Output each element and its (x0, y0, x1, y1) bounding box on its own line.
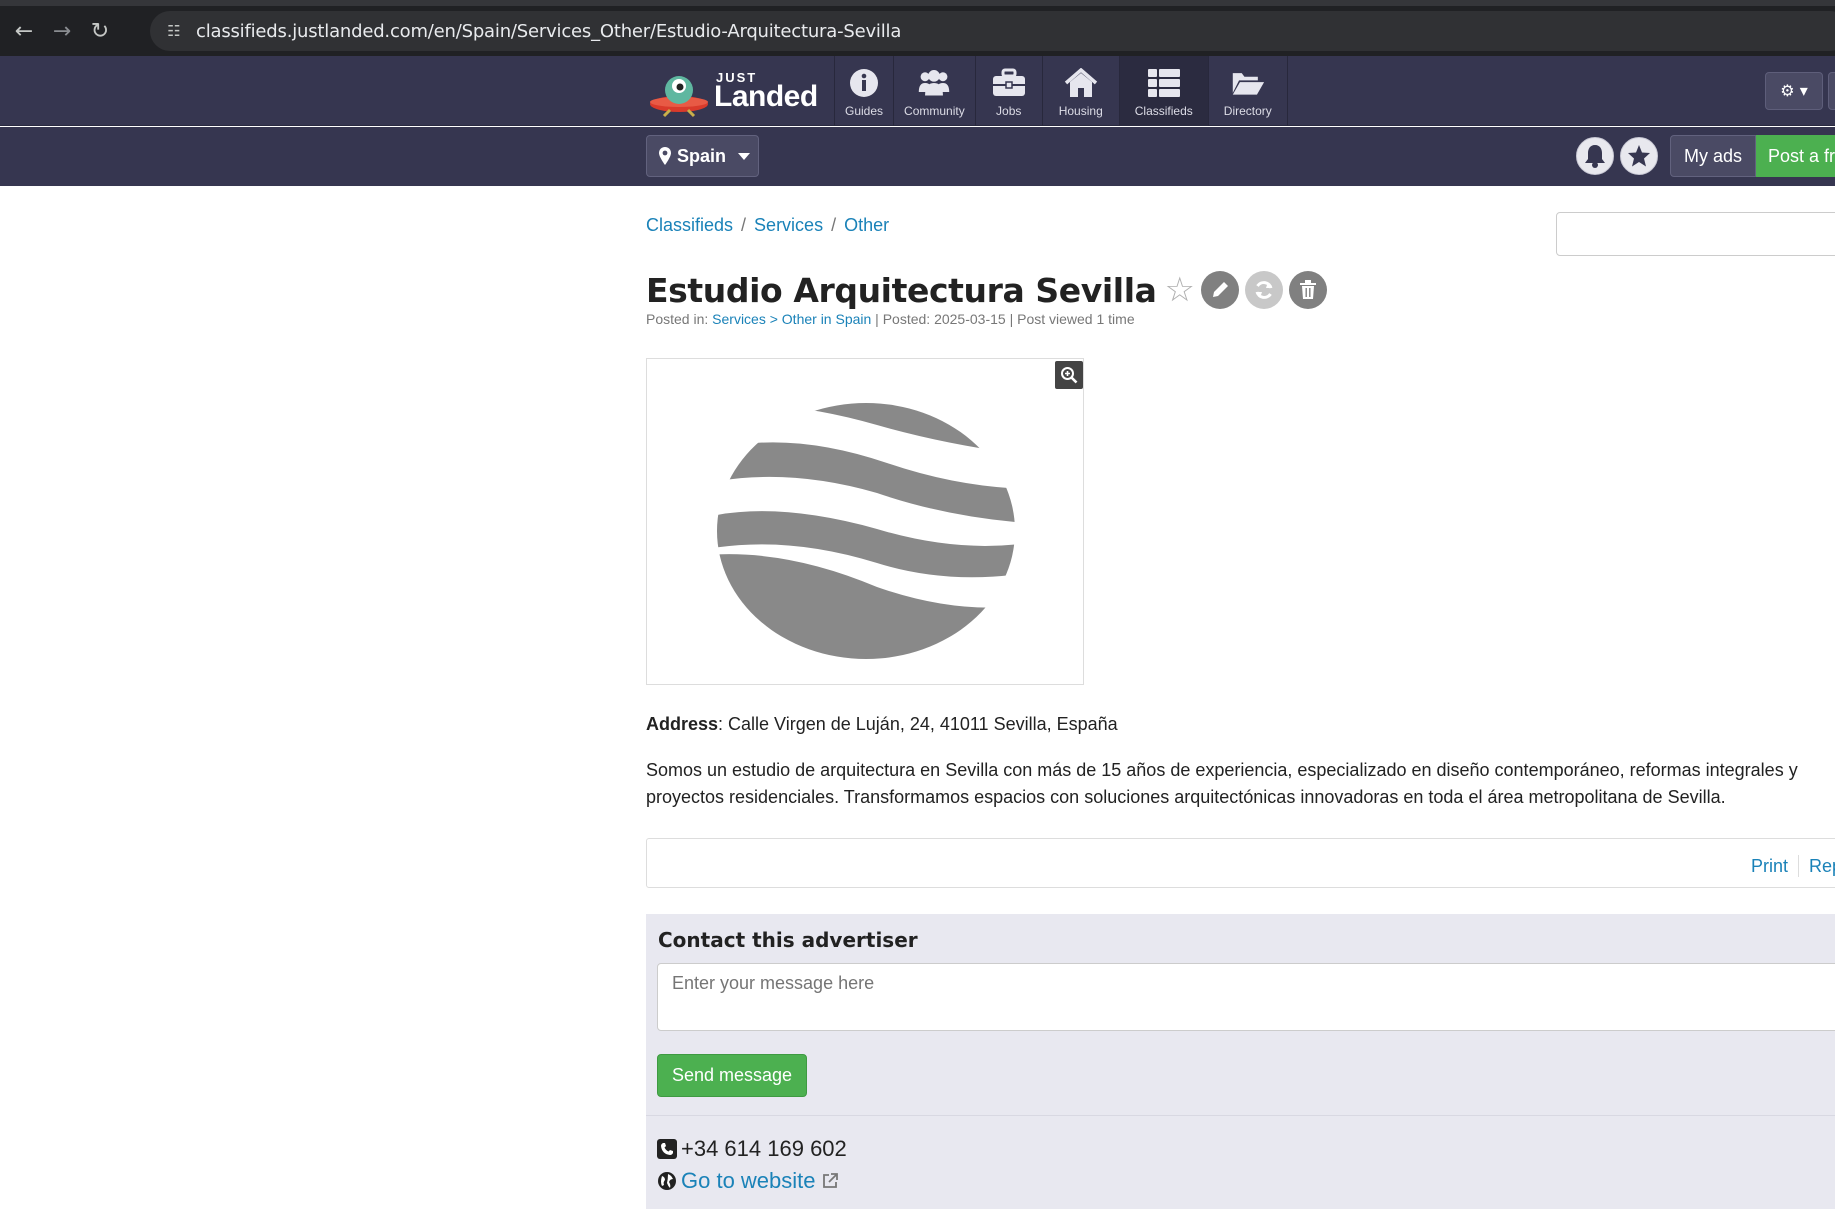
external-link-icon (820, 1171, 840, 1191)
bell-icon (1585, 145, 1605, 168)
user-menu-button[interactable] (1828, 72, 1835, 110)
browser-toolbar: ← → ↻ ☷ classifieds.justlanded.com/en/Sp… (0, 0, 1835, 56)
nav-label: Guides (845, 104, 884, 118)
breadcrumb-services[interactable]: Services (754, 215, 823, 235)
folder-open-icon (1231, 66, 1265, 100)
country-label: Spain (677, 145, 727, 166)
list-icon (1147, 66, 1181, 100)
zoom-in-icon (1061, 367, 1078, 384)
listing-tools-bar (646, 838, 1835, 888)
nav-item-guides[interactable]: Guides (834, 56, 893, 126)
users-icon (917, 66, 951, 100)
settings-dropdown-button[interactable]: ⚙ ▾ (1765, 72, 1823, 110)
renew-button[interactable] (1244, 271, 1283, 309)
chevron-down-icon (738, 152, 751, 160)
nav-item-housing[interactable]: Housing (1041, 56, 1119, 126)
nav-label: Jobs (996, 104, 1022, 118)
phone-icon (657, 1139, 677, 1159)
address-value: : Calle Virgen de Luján, 24, 41011 Sevil… (718, 714, 1118, 734)
pencil-icon (1212, 282, 1228, 297)
nav-item-classifieds[interactable]: Classifieds (1118, 56, 1208, 126)
refresh-icon (1255, 281, 1273, 299)
favorite-star-icon[interactable]: ☆ (1164, 273, 1194, 307)
my-ads-button[interactable]: My ads (1670, 135, 1756, 177)
home-icon (1064, 66, 1098, 100)
nav-label: Classifieds (1134, 104, 1193, 118)
logo-landed: Landed (714, 80, 818, 113)
site-header: JUST Landed Guides Community Jobs Housin… (0, 56, 1835, 126)
report-link[interactable]: Rep (1809, 856, 1835, 877)
nav-label: Directory (1223, 104, 1272, 118)
breadcrumb-other[interactable]: Other (844, 215, 889, 235)
briefcase-icon (992, 66, 1026, 100)
print-link[interactable]: Print (1751, 856, 1788, 877)
listing-title-row: Estudio Arquitectura Sevilla ☆ (646, 268, 1327, 312)
favorites-button[interactable] (1620, 137, 1658, 175)
trash-icon (1299, 280, 1316, 299)
sidebar-search-box[interactable] (1556, 212, 1835, 256)
map-marker-icon (659, 147, 671, 165)
reload-icon[interactable]: ↻ (86, 18, 114, 46)
contact-advertiser-panel: Contact this advertiser Send message +34… (646, 914, 1835, 1209)
nav-label: Community (904, 104, 965, 118)
main-nav: Guides Community Jobs Housing Classified… (834, 56, 1288, 126)
delete-button[interactable] (1288, 271, 1327, 309)
listing-photo[interactable] (646, 358, 1084, 685)
notifications-button[interactable] (1576, 137, 1614, 175)
nav-item-jobs[interactable]: Jobs (974, 56, 1042, 126)
tools-divider (1798, 855, 1799, 877)
edit-button[interactable] (1200, 271, 1239, 309)
site-logo[interactable]: JUST Landed (648, 64, 818, 118)
post-ad-button[interactable]: Post a fr (1756, 135, 1835, 177)
breadcrumb: Classifieds / Services / Other (646, 215, 889, 236)
info-icon (847, 66, 881, 100)
globe-icon (657, 1171, 677, 1191)
nav-item-directory[interactable]: Directory (1207, 56, 1288, 126)
meta-category-link[interactable]: Services > Other in Spain (712, 311, 871, 327)
meta-suffix: | Posted: 2025-03-15 | Post viewed 1 tim… (871, 311, 1135, 327)
contact-title: Contact this advertiser (658, 928, 918, 952)
website-row: Go to website (657, 1168, 840, 1194)
back-arrow-icon[interactable]: ← (10, 18, 38, 46)
country-selector[interactable]: Spain (646, 135, 759, 177)
url-text[interactable]: classifieds.justlanded.com/en/Spain/Serv… (196, 21, 901, 42)
phone-row: +34 614 169 602 (657, 1136, 847, 1162)
listing-meta: Posted in: Services > Other in Spain | P… (646, 311, 1135, 327)
star-icon (1628, 145, 1650, 167)
sub-header: Spain My ads Post a fr (0, 127, 1835, 186)
website-link[interactable]: Go to website (681, 1168, 816, 1194)
address-bar[interactable]: ☷ classifieds.justlanded.com/en/Spain/Se… (150, 11, 1835, 51)
site-info-icon[interactable]: ☷ (162, 19, 186, 43)
breadcrumb-separator: / (741, 215, 747, 235)
send-message-button[interactable]: Send message (657, 1054, 807, 1097)
listing-description: Somos un estudio de arquitectura en Sevi… (646, 760, 1798, 807)
meta-prefix: Posted in: (646, 311, 713, 327)
company-logo-image (717, 403, 1015, 659)
zoom-button[interactable] (1055, 361, 1083, 389)
phone-number[interactable]: +34 614 169 602 (681, 1136, 847, 1162)
nav-item-community[interactable]: Community (893, 56, 975, 126)
breadcrumb-separator: / (831, 215, 837, 235)
breadcrumb-classifieds[interactable]: Classifieds (646, 215, 733, 235)
nav-label: Housing (1058, 104, 1103, 118)
ufo-logo-icon (650, 76, 708, 118)
message-input[interactable] (657, 963, 1835, 1031)
address-label: Address (646, 714, 719, 734)
page-title: Estudio Arquitectura Sevilla (646, 270, 1157, 310)
forward-arrow-icon[interactable]: → (48, 18, 76, 46)
listing-address: Address: Calle Virgen de Luján, 24, 4101… (646, 714, 1118, 735)
contact-divider (646, 1115, 1835, 1116)
